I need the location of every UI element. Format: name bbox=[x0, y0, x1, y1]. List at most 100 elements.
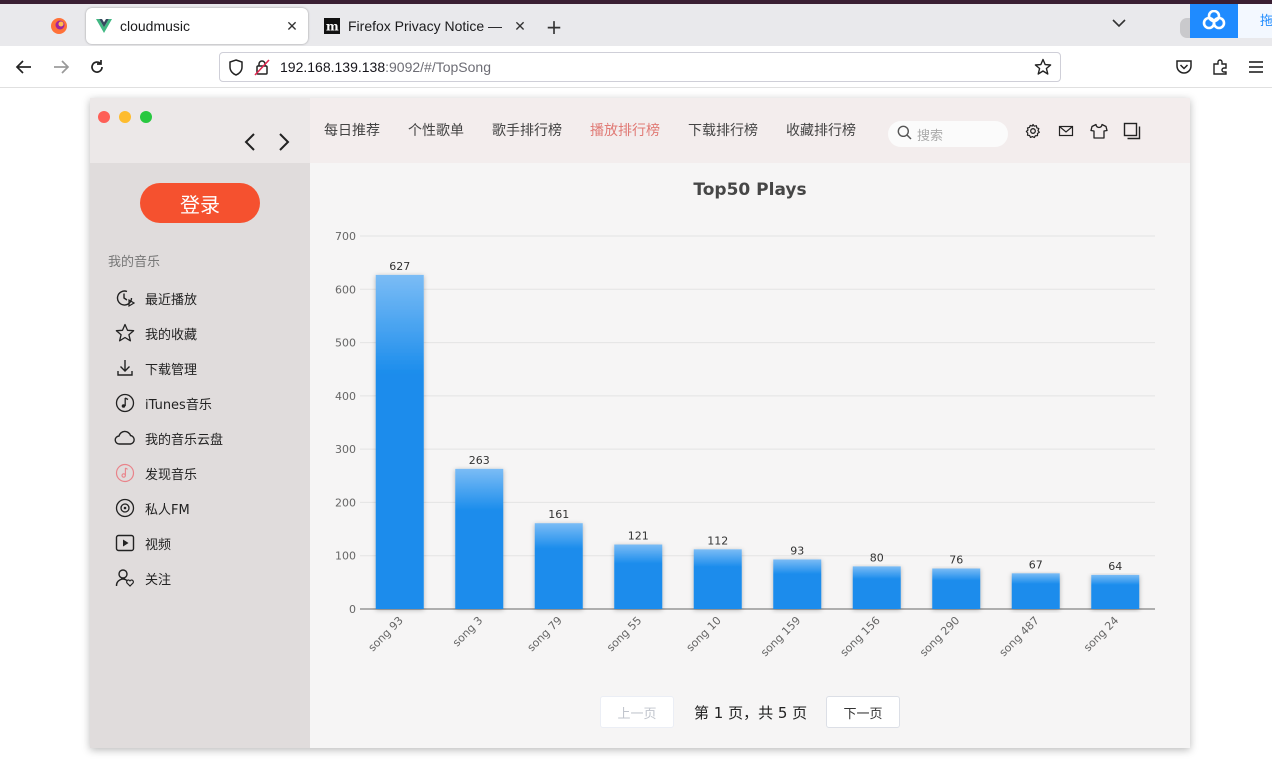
window-close-dot[interactable] bbox=[98, 111, 110, 123]
bar-value-label: 627 bbox=[389, 260, 410, 273]
shield-icon[interactable] bbox=[228, 59, 244, 80]
search-icon bbox=[897, 125, 912, 144]
back-arrow-icon[interactable] bbox=[13, 56, 35, 78]
window-minimize-dot[interactable] bbox=[119, 111, 131, 123]
bar bbox=[852, 566, 901, 609]
menu-hamburger-icon[interactable] bbox=[1245, 56, 1267, 78]
bar bbox=[1011, 573, 1060, 609]
close-tab-icon[interactable]: ✕ bbox=[510, 18, 530, 35]
x-tick-label: song 290 bbox=[917, 614, 962, 659]
main-content: Top50 Plays 0 100 200 300 400 500 600 700 627 son… bbox=[310, 163, 1190, 748]
sidebar-item-favorites[interactable]: 我的收藏 bbox=[114, 320, 197, 346]
insecure-lock-icon[interactable] bbox=[254, 59, 270, 80]
firefox-icon bbox=[51, 18, 67, 34]
bookmark-star-icon[interactable] bbox=[1034, 58, 1052, 80]
bar bbox=[375, 274, 424, 609]
follow-user-icon bbox=[114, 567, 136, 589]
list-all-tabs-chevron-icon[interactable] bbox=[1112, 16, 1126, 32]
history-back-chevron-icon[interactable] bbox=[242, 132, 258, 152]
sidebar-item-label: 视频 bbox=[145, 537, 172, 553]
extension-label[interactable]: 拖 bbox=[1238, 4, 1272, 38]
x-tick-label: song 79 bbox=[525, 614, 565, 654]
discover-music-icon bbox=[114, 462, 136, 484]
forward-arrow-icon[interactable] bbox=[50, 56, 72, 78]
sidebar-item-recent[interactable]: 最近播放 bbox=[114, 285, 197, 311]
sidebar-item-itunes[interactable]: iTunes音乐 bbox=[114, 390, 212, 416]
settings-gear-icon[interactable] bbox=[1023, 121, 1043, 141]
sidebar: 登录 我的音乐 最近播放 我的收藏 下载管理 iTunes音乐 我的音乐云盘 发… bbox=[90, 98, 310, 748]
y-tick-label: 500 bbox=[335, 337, 356, 350]
sidebar-item-label: 我的音乐云盘 bbox=[145, 432, 224, 448]
mail-envelope-icon[interactable] bbox=[1056, 121, 1076, 141]
url-text[interactable]: 192.168.139.138:9092/#/TopSong bbox=[280, 59, 491, 75]
tab-title: cloudmusic bbox=[120, 18, 191, 34]
star-icon bbox=[114, 322, 136, 344]
bar-value-label: 76 bbox=[949, 554, 963, 567]
y-tick-label: 400 bbox=[335, 390, 356, 403]
y-tick-label: 300 bbox=[335, 443, 356, 456]
sidebar-item-follow[interactable]: 关注 bbox=[114, 565, 171, 591]
mozilla-m-icon: m bbox=[324, 18, 340, 34]
new-tab-plus-icon[interactable]: + bbox=[544, 17, 564, 37]
extensions-puzzle-icon[interactable] bbox=[1209, 56, 1231, 78]
pocket-icon[interactable] bbox=[1173, 56, 1195, 78]
x-tick-label: song 24 bbox=[1081, 614, 1121, 654]
bar-value-label: 64 bbox=[1108, 560, 1122, 573]
cloud-drive-extension-icon[interactable] bbox=[1190, 4, 1238, 38]
bar bbox=[1091, 574, 1140, 609]
cloudmusic-app-window: 登录 我的音乐 最近播放 我的收藏 下载管理 iTunes音乐 我的音乐云盘 发… bbox=[90, 98, 1190, 748]
tab-download-ranking[interactable]: 下载排行榜 bbox=[688, 120, 758, 140]
bar-value-label: 263 bbox=[469, 454, 490, 467]
browser-nav-bar: 192.168.139.138:9092/#/TopSong bbox=[0, 46, 1272, 88]
tab-daily-recommend[interactable]: 每日推荐 bbox=[324, 120, 380, 140]
sidebar-item-downloads[interactable]: 下载管理 bbox=[114, 355, 197, 381]
url-path: :9092/#/TopSong bbox=[385, 59, 491, 75]
radio-disc-icon bbox=[114, 497, 136, 519]
sidebar-item-private-fm[interactable]: 私人FM bbox=[114, 495, 190, 521]
tab-singer-ranking[interactable]: 歌手排行榜 bbox=[492, 120, 562, 140]
y-tick-label: 600 bbox=[335, 283, 356, 296]
y-tick-label: 200 bbox=[335, 496, 356, 509]
bar bbox=[614, 544, 663, 609]
x-tick-label: song 93 bbox=[366, 614, 406, 654]
sidebar-item-label: 最近播放 bbox=[145, 292, 198, 308]
sidebar-item-label: iTunes音乐 bbox=[145, 397, 212, 413]
bar bbox=[932, 568, 981, 609]
prev-page-button[interactable]: 上一页 bbox=[600, 696, 674, 728]
sidebar-item-label: 下载管理 bbox=[145, 362, 198, 378]
sidebar-item-cloud-disk[interactable]: 我的音乐云盘 bbox=[114, 425, 223, 451]
sidebar-item-discover[interactable]: 发现音乐 bbox=[114, 460, 197, 486]
bar bbox=[693, 549, 742, 609]
music-note-icon bbox=[114, 392, 136, 414]
sidebar-item-video[interactable]: 视频 bbox=[114, 530, 171, 556]
bar-value-label: 93 bbox=[790, 544, 804, 557]
window-maximize-dot[interactable] bbox=[140, 111, 152, 123]
sidebar-header bbox=[90, 98, 310, 163]
tab-play-ranking[interactable]: 播放排行榜 bbox=[590, 120, 660, 140]
recent-clock-icon bbox=[114, 287, 136, 309]
sidebar-item-label: 我的收藏 bbox=[145, 327, 198, 343]
next-page-button[interactable]: 下一页 bbox=[826, 696, 900, 728]
skin-tshirt-icon[interactable] bbox=[1089, 121, 1109, 141]
tab-personal-playlists[interactable]: 个性歌单 bbox=[408, 120, 464, 140]
y-tick-label: 100 bbox=[335, 550, 356, 563]
url-bar[interactable]: 192.168.139.138:9092/#/TopSong bbox=[219, 52, 1061, 82]
bar bbox=[773, 559, 822, 609]
tab-firefox-privacy[interactable]: m Firefox Privacy Notice — ✕ bbox=[314, 8, 536, 44]
tab-cloudmusic[interactable]: cloudmusic ✕ bbox=[86, 8, 308, 44]
cloud-icon bbox=[114, 427, 136, 449]
x-tick-label: song 156 bbox=[838, 614, 883, 659]
history-forward-chevron-icon[interactable] bbox=[276, 132, 292, 152]
firefox-view-button[interactable] bbox=[44, 13, 74, 39]
x-tick-label: song 487 bbox=[997, 614, 1042, 659]
login-button[interactable]: 登录 bbox=[140, 183, 260, 223]
reload-icon[interactable] bbox=[86, 56, 108, 78]
tab-favorite-ranking[interactable]: 收藏排行榜 bbox=[786, 120, 856, 140]
bar bbox=[534, 523, 583, 609]
mini-mode-window-icon[interactable] bbox=[1122, 121, 1142, 141]
my-music-section-title: 我的音乐 bbox=[108, 255, 161, 270]
search-input[interactable]: 搜索 bbox=[888, 121, 1008, 147]
close-tab-icon[interactable]: ✕ bbox=[282, 18, 302, 35]
page-info: 第 1 页，共 5 页 bbox=[694, 704, 808, 722]
y-tick-label: 0 bbox=[349, 603, 356, 616]
